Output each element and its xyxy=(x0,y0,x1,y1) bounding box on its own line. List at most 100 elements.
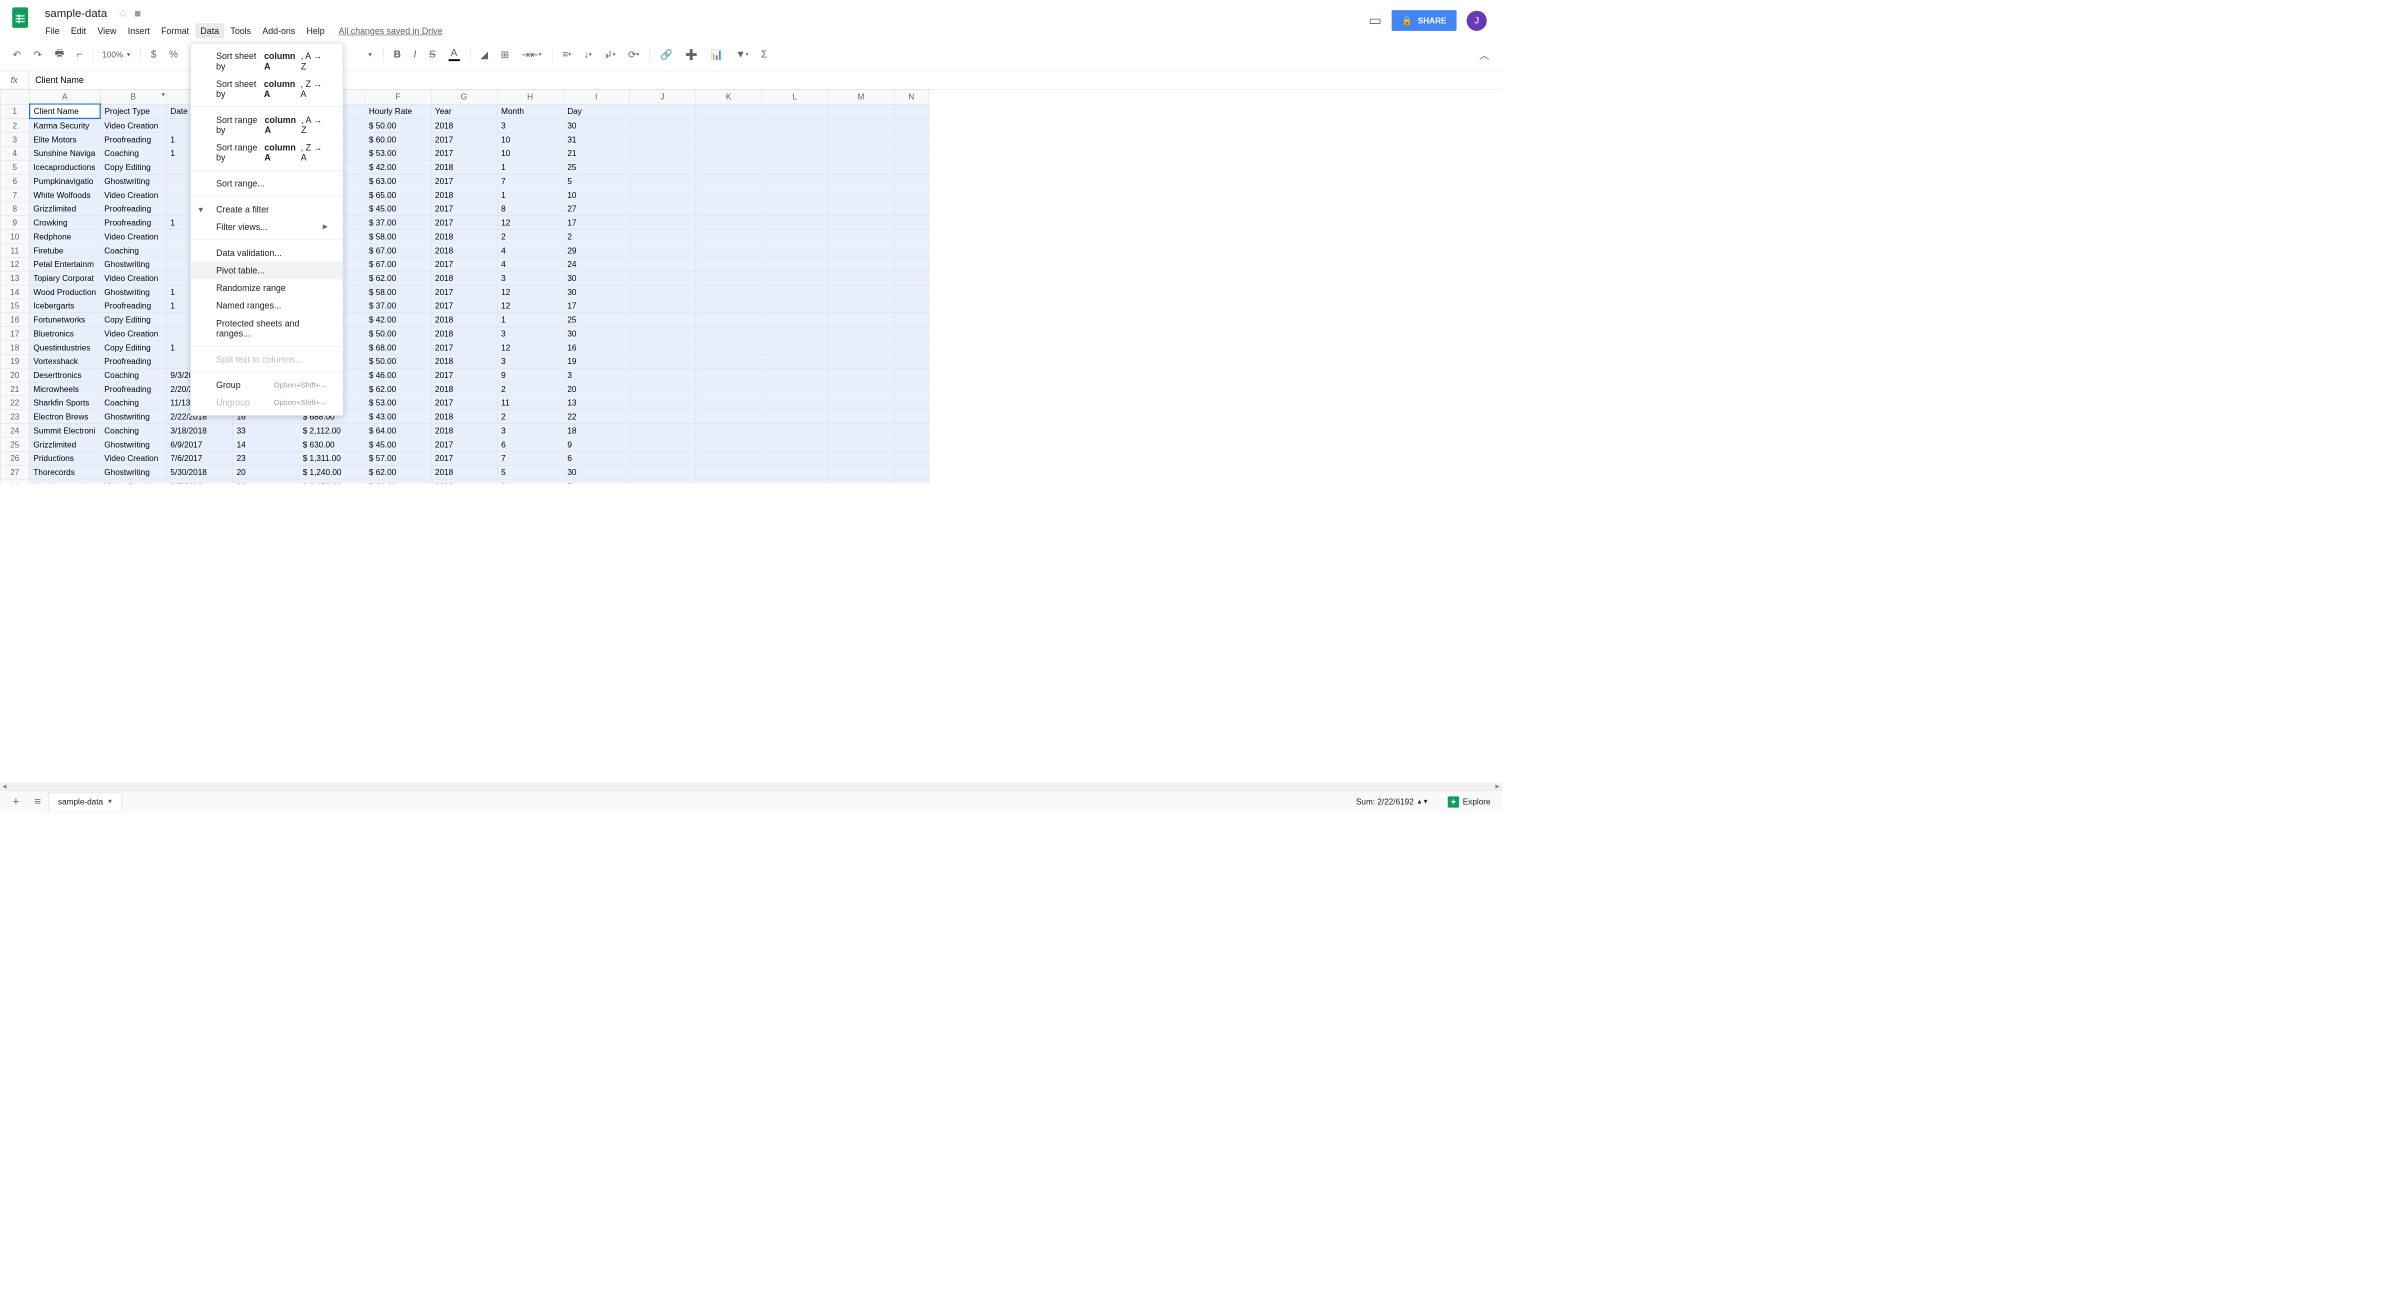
cell-G22[interactable]: 2017 xyxy=(431,396,497,410)
cell-M5[interactable] xyxy=(828,160,894,174)
cell-A16[interactable]: Fortunetworks xyxy=(29,313,100,327)
menu-edit[interactable]: Edit xyxy=(66,23,91,38)
cell-I12[interactable]: 24 xyxy=(563,257,629,271)
cell-M13[interactable] xyxy=(828,271,894,285)
cell-A28[interactable]: Hurricanetworks xyxy=(29,479,100,483)
col-header-N[interactable]: N xyxy=(894,90,929,104)
cell-A23[interactable]: Electron Brews xyxy=(29,410,100,424)
cell-C25[interactable]: 6/9/2017 xyxy=(166,438,232,452)
row-header-22[interactable]: 22 xyxy=(0,396,29,410)
row-header-21[interactable]: 21 xyxy=(0,382,29,396)
cell-F24[interactable]: $ 64.00 xyxy=(365,424,431,438)
row-header-6[interactable]: 6 xyxy=(0,174,29,188)
cell-F7[interactable]: $ 65.00 xyxy=(365,188,431,202)
cell-L1[interactable] xyxy=(762,104,828,118)
cell-N15[interactable] xyxy=(894,299,929,313)
row-header-5[interactable]: 5 xyxy=(0,160,29,174)
cell-M27[interactable] xyxy=(828,465,894,479)
cell-H14[interactable]: 12 xyxy=(497,285,563,299)
cell-H9[interactable]: 12 xyxy=(497,216,563,230)
col-header-I[interactable]: I xyxy=(563,90,629,104)
scroll-right-icon[interactable]: ▶ xyxy=(1493,782,1502,790)
doc-title[interactable]: sample-data xyxy=(40,5,111,22)
row-header-1[interactable]: 1 xyxy=(0,104,29,118)
cell-A21[interactable]: Microwheels xyxy=(29,382,100,396)
cell-A4[interactable]: Sunshine Naviga xyxy=(29,146,100,160)
col-header-J[interactable]: J xyxy=(629,90,695,104)
menu-insert[interactable]: Insert xyxy=(123,23,155,38)
cell-G11[interactable]: 2018 xyxy=(431,243,497,257)
star-icon[interactable]: ☆ xyxy=(118,7,128,20)
cell-B13[interactable]: Video Creation xyxy=(100,271,166,285)
cell-H21[interactable]: 2 xyxy=(497,382,563,396)
scroll-left-icon[interactable]: ◀ xyxy=(0,782,9,790)
cell-L8[interactable] xyxy=(762,202,828,216)
cell-L4[interactable] xyxy=(762,146,828,160)
cell-J10[interactable] xyxy=(629,230,695,244)
cell-B16[interactable]: Copy Editing xyxy=(100,313,166,327)
filter-icon[interactable]: ▼ ▾ xyxy=(731,45,754,64)
cell-L10[interactable] xyxy=(762,230,828,244)
comments-icon[interactable]: ▭ xyxy=(1369,12,1382,28)
currency-icon[interactable]: $ xyxy=(146,45,162,64)
cell-H8[interactable]: 8 xyxy=(497,202,563,216)
cell-E27[interactable]: $ 1,240.00 xyxy=(299,465,365,479)
menu-file[interactable]: File xyxy=(40,23,64,38)
cell-N8[interactable] xyxy=(894,202,929,216)
cell-B26[interactable]: Video Creation xyxy=(100,451,166,465)
cell-N13[interactable] xyxy=(894,271,929,285)
cell-A9[interactable]: Crowking xyxy=(29,216,100,230)
cell-K21[interactable] xyxy=(696,382,762,396)
cell-I8[interactable]: 27 xyxy=(563,202,629,216)
percent-icon[interactable]: % xyxy=(164,45,183,64)
cell-J2[interactable] xyxy=(629,118,695,132)
col-header-M[interactable]: M xyxy=(828,90,894,104)
cell-G13[interactable]: 2018 xyxy=(431,271,497,285)
cell-B1[interactable]: Project Type xyxy=(100,104,166,118)
row-header-11[interactable]: 11 xyxy=(0,243,29,257)
cell-L6[interactable] xyxy=(762,174,828,188)
cell-K20[interactable] xyxy=(696,368,762,382)
cell-I4[interactable]: 21 xyxy=(563,146,629,160)
cell-I17[interactable]: 30 xyxy=(563,327,629,341)
cell-N3[interactable] xyxy=(894,133,929,147)
text-color-icon[interactable]: A xyxy=(443,44,464,65)
cell-F23[interactable]: $ 43.00 xyxy=(365,410,431,424)
cell-M23[interactable] xyxy=(828,410,894,424)
cell-J24[interactable] xyxy=(629,424,695,438)
cell-F17[interactable]: $ 50.00 xyxy=(365,327,431,341)
cell-K11[interactable] xyxy=(696,243,762,257)
cell-F11[interactable]: $ 67.00 xyxy=(365,243,431,257)
cell-I21[interactable]: 20 xyxy=(563,382,629,396)
cell-G15[interactable]: 2017 xyxy=(431,299,497,313)
cell-G23[interactable]: 2018 xyxy=(431,410,497,424)
cell-H28[interactable]: 2 xyxy=(497,479,563,483)
cell-L14[interactable] xyxy=(762,285,828,299)
cell-H25[interactable]: 6 xyxy=(497,438,563,452)
cell-G10[interactable]: 2018 xyxy=(431,230,497,244)
more-formats-caret-icon[interactable]: ▼ xyxy=(362,48,378,62)
cell-K10[interactable] xyxy=(696,230,762,244)
sheets-logo-icon[interactable] xyxy=(8,5,33,30)
cell-M16[interactable] xyxy=(828,313,894,327)
cell-D26[interactable]: 23 xyxy=(232,451,298,465)
cell-G27[interactable]: 2018 xyxy=(431,465,497,479)
cell-N7[interactable] xyxy=(894,188,929,202)
cell-G18[interactable]: 2017 xyxy=(431,341,497,355)
cell-K12[interactable] xyxy=(696,257,762,271)
cell-J6[interactable] xyxy=(629,174,695,188)
cell-M8[interactable] xyxy=(828,202,894,216)
cell-B18[interactable]: Copy Editing xyxy=(100,341,166,355)
cell-F13[interactable]: $ 62.00 xyxy=(365,271,431,285)
cell-M15[interactable] xyxy=(828,299,894,313)
cell-F27[interactable]: $ 62.00 xyxy=(365,465,431,479)
cell-B20[interactable]: Coaching xyxy=(100,368,166,382)
cell-B14[interactable]: Ghostwriting xyxy=(100,285,166,299)
cell-J23[interactable] xyxy=(629,410,695,424)
menu-data[interactable]: Data xyxy=(195,23,224,38)
menu-sort-range-az[interactable]: Sort range by column A, A → Z xyxy=(191,111,343,139)
cell-H24[interactable]: 3 xyxy=(497,424,563,438)
row-header-19[interactable]: 19 xyxy=(0,354,29,368)
cell-B6[interactable]: Ghostwriting xyxy=(100,174,166,188)
cell-A19[interactable]: Vortexshack xyxy=(29,354,100,368)
